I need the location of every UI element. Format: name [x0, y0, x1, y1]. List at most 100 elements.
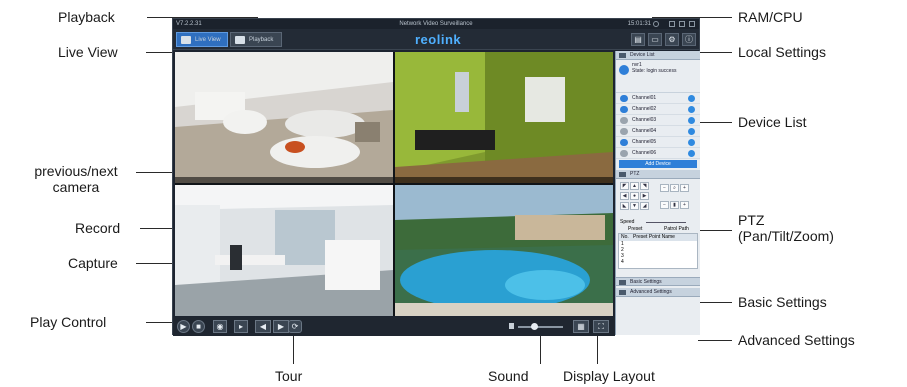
preset-table: No. Preset Point Name 1 2 3 4: [618, 233, 698, 269]
camera-icon: [620, 106, 628, 113]
camera-view-4[interactable]: [395, 185, 613, 316]
ptz-down-left-button[interactable]: ◣: [620, 202, 629, 210]
table-row[interactable]: 4: [619, 259, 697, 265]
channel-label: Channel06: [632, 150, 657, 156]
play-icon[interactable]: [688, 95, 695, 102]
play-button[interactable]: ▶: [177, 320, 190, 333]
basic-settings-label: Basic Settings: [738, 294, 827, 310]
device-list-label: Device List: [738, 114, 807, 130]
leader-tour: [293, 334, 294, 364]
sound-volume-slider[interactable]: [518, 326, 563, 328]
ptz-header[interactable]: PTZ: [616, 170, 700, 179]
camera-2-status-bar: [395, 177, 613, 183]
ptz-right-button[interactable]: ▶: [640, 192, 649, 200]
ptz-center-button[interactable]: ●: [630, 192, 639, 200]
tour-label: Tour: [275, 368, 303, 384]
zoom-out-button[interactable]: −: [660, 184, 669, 192]
ptz-down-button[interactable]: ▼: [630, 202, 639, 210]
play-icon[interactable]: [688, 150, 695, 157]
focus-out-button[interactable]: −: [660, 201, 669, 209]
play-icon[interactable]: [688, 139, 695, 146]
previous-camera-button[interactable]: ◀: [255, 320, 271, 333]
capture-camera-icon[interactable]: ◉: [213, 320, 227, 333]
minimize-icon[interactable]: [669, 21, 675, 27]
prev-next-line2: camera: [52, 179, 100, 195]
clock-text: 15:01:31: [627, 21, 651, 27]
ptz-up-button[interactable]: ▲: [630, 182, 639, 190]
channel-row[interactable]: Channel02: [616, 104, 700, 115]
playback-label: Playback: [58, 9, 115, 25]
live-view-label: Live View: [58, 44, 118, 60]
tab-playback-label: Playback: [249, 37, 274, 43]
channel-row[interactable]: Channel01: [616, 93, 700, 104]
ptz-icon: [619, 172, 626, 177]
video-grid: [175, 52, 613, 316]
focus-in-button[interactable]: +: [680, 201, 689, 209]
sound-label: Sound: [488, 368, 529, 384]
col-no: No.: [621, 234, 629, 240]
maximize-icon[interactable]: [679, 21, 685, 27]
leader-sound: [540, 334, 541, 364]
ram-cpu-icon[interactable]: [653, 21, 659, 27]
camera-icon: [620, 150, 628, 157]
pool-scene: [395, 185, 613, 316]
add-device-button[interactable]: Add Device: [619, 160, 697, 168]
basic-settings-title: Basic Settings: [630, 279, 662, 285]
sound-speaker-icon[interactable]: [509, 323, 514, 329]
play-icon[interactable]: [688, 128, 695, 135]
fullscreen-icon[interactable]: ⛶: [593, 320, 609, 333]
zoom-in-button[interactable]: +: [680, 184, 689, 192]
device-list-icon: [619, 53, 626, 58]
camera-icon: [620, 128, 628, 135]
tab-playback[interactable]: Playback: [230, 32, 282, 47]
info-icon[interactable]: ⓘ: [682, 33, 696, 46]
ptz-speed-row: Speed: [616, 219, 700, 226]
nvr-icon: [619, 65, 629, 75]
tab-preset[interactable]: Preset: [628, 226, 642, 233]
focus-icon: ▮: [670, 201, 679, 209]
display-layout-icon[interactable]: ▦: [573, 320, 589, 333]
basic-settings-header[interactable]: Basic Settings: [616, 277, 700, 286]
channel-row[interactable]: Channel06: [616, 148, 700, 159]
play-icon[interactable]: [688, 106, 695, 113]
preset-table-header: No. Preset Point Name: [619, 234, 697, 241]
stop-button[interactable]: ■: [192, 320, 205, 333]
device-list-header[interactable]: Device List: [616, 51, 700, 60]
next-camera-button[interactable]: ▶: [273, 320, 289, 333]
channel-label: Channel03: [632, 117, 657, 123]
ptz-down-right-button[interactable]: ◢: [640, 202, 649, 210]
channel-row[interactable]: Channel03: [616, 115, 700, 126]
device-list-title: Device List: [630, 52, 655, 58]
ptz-up-right-button[interactable]: ◥: [640, 182, 649, 190]
ptz-line1: PTZ: [738, 212, 765, 228]
tab-patrol-path[interactable]: Patrol Path: [664, 226, 689, 233]
camera-view-3[interactable]: [175, 185, 393, 316]
ptz-up-left-button[interactable]: ◤: [620, 182, 629, 190]
channel-row[interactable]: Channel05: [616, 137, 700, 148]
channel-label: Channel04: [632, 128, 657, 134]
close-icon[interactable]: [689, 21, 695, 27]
layout-icon[interactable]: ▭: [648, 33, 662, 46]
device-list-toggle-icon[interactable]: ▤: [631, 33, 645, 46]
play-icon[interactable]: [688, 117, 695, 124]
speed-slider[interactable]: [646, 222, 686, 223]
brand-logo: reolink: [415, 32, 462, 47]
prev-next-camera-label: previous/next camera: [14, 163, 138, 195]
basic-settings-icon: [619, 280, 626, 285]
ptz-line2: (Pan/Tilt/Zoom): [738, 228, 834, 244]
sound-volume-knob[interactable]: [531, 323, 538, 330]
camera-view-2[interactable]: [395, 52, 613, 183]
camera-icon: [620, 139, 628, 146]
tab-live-view[interactable]: Live View: [176, 32, 228, 47]
advanced-settings-header[interactable]: Advanced Settings: [616, 288, 700, 297]
camera-view-1[interactable]: [175, 52, 393, 183]
tour-icon[interactable]: ⟳: [288, 320, 302, 333]
record-video-icon[interactable]: ▸: [234, 320, 248, 333]
channel-row[interactable]: Channel04: [616, 126, 700, 137]
device-entry[interactable]: nvr1 State: login success: [616, 60, 700, 84]
prev-next-line1: previous/next: [34, 163, 118, 179]
gear-icon[interactable]: ⚙: [665, 33, 679, 46]
leader-play-control: [146, 322, 174, 323]
leader-ptz: [698, 230, 732, 231]
ptz-left-button[interactable]: ◀: [620, 192, 629, 200]
